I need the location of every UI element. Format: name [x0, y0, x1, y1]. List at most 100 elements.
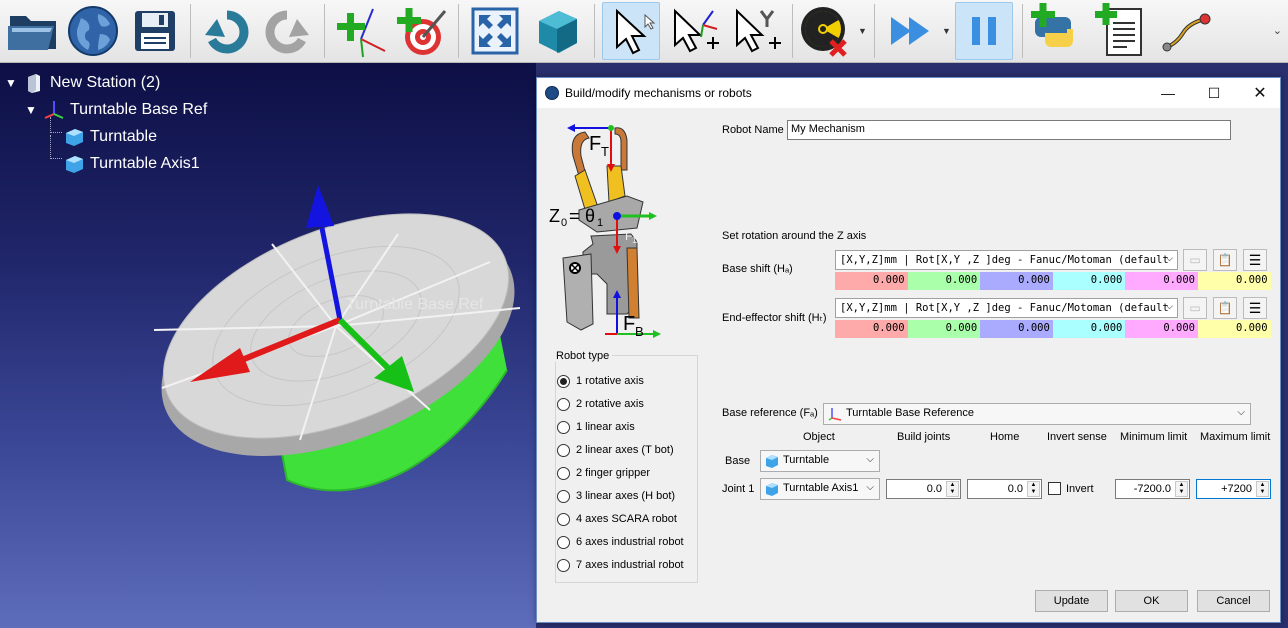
joint-object-select[interactable]: Turntable Axis1 ⌵ — [760, 478, 880, 500]
add-reference-frame-icon[interactable] — [332, 2, 390, 60]
col-object: Object — [803, 431, 835, 443]
expand-toggle-icon[interactable]: ▼ — [4, 76, 18, 90]
minimum-limit-input[interactable]: -7200.0 ▲ ▼ — [1115, 479, 1190, 499]
dialog-titlebar[interactable]: Build/modify mechanisms or robots — ☐ ✕ — [537, 78, 1280, 108]
base-shift-ry[interactable]: 0.000 — [1125, 272, 1198, 290]
paste-pose-icon[interactable]: 📋 — [1213, 249, 1237, 271]
base-shift-z[interactable]: 0.000 — [980, 272, 1053, 290]
robot-type-option[interactable]: 4 axes SCARA robot — [557, 510, 677, 528]
save-icon[interactable] — [126, 2, 184, 60]
base-shift-rx[interactable]: 0.000 — [1052, 272, 1126, 290]
base-shift-format-select[interactable]: [X,Y,Z]mm | Rot[X,Y ,Z ]deg - Fanuc/Moto… — [835, 250, 1178, 270]
move-reference-icon[interactable] — [664, 2, 722, 60]
radio-button[interactable] — [557, 374, 570, 388]
open-folder-icon[interactable] — [4, 2, 62, 60]
robot-type-option[interactable]: 3 linear axes (H bot) — [557, 487, 675, 505]
robot-type-option[interactable]: 1 rotative axis — [557, 372, 644, 390]
spin-arrows-icon[interactable]: ▲ ▼ — [946, 481, 959, 497]
ee-shift-y[interactable]: 0.000 — [907, 320, 981, 338]
minimize-icon[interactable]: — — [1145, 78, 1191, 108]
copy-pose-icon[interactable]: ▭ — [1183, 297, 1207, 319]
invert-checkbox[interactable] — [1048, 482, 1061, 495]
move-object-icon[interactable] — [726, 2, 784, 60]
object-cube-icon — [66, 156, 83, 173]
tree-item-turntable-axis1[interactable]: Turntable Axis1 — [64, 152, 200, 176]
tree-item-base-ref[interactable]: ▼ Turntable Base Ref — [24, 98, 207, 122]
run-fast-icon[interactable] — [882, 2, 940, 60]
add-program-icon[interactable] — [1092, 2, 1150, 60]
spin-arrows-icon[interactable]: ▲ ▼ — [1175, 481, 1188, 497]
spin-arrows-icon[interactable]: ▲ ▼ — [1027, 481, 1040, 497]
app-icon — [545, 86, 559, 100]
ee-shift-values: 0.000 0.000 0.000 0.000 0.000 0.000 — [835, 320, 1271, 338]
select-pointer-icon[interactable] — [602, 2, 660, 60]
cancel-button[interactable]: Cancel — [1197, 590, 1270, 612]
ee-shift-ry[interactable]: 0.000 — [1125, 320, 1198, 338]
maximum-limit-input[interactable]: +7200 ▲ ▼ — [1196, 479, 1271, 499]
spin-arrows-icon[interactable]: ▲ ▼ — [1256, 481, 1269, 497]
reference-frame-icon — [44, 101, 64, 119]
maximize-icon[interactable]: ☐ — [1191, 78, 1237, 108]
robot-type-label: 4 axes SCARA robot — [576, 513, 677, 525]
col-build-joints: Build joints — [897, 431, 951, 443]
robot-type-option[interactable]: 2 linear axes (T bot) — [557, 441, 674, 459]
expand-toggle-icon[interactable]: ▼ — [24, 103, 38, 117]
build-joint-input[interactable]: 0.0 ▲ ▼ — [886, 479, 961, 499]
radio-button[interactable] — [557, 512, 570, 526]
toolbar-overflow-icon[interactable]: ⌄ — [1273, 24, 1282, 37]
radio-button[interactable] — [557, 489, 570, 503]
radio-button[interactable] — [557, 397, 570, 411]
tree-item-label: New Station (2) — [50, 74, 161, 91]
ee-shift-rx[interactable]: 0.000 — [1052, 320, 1126, 338]
radio-button[interactable] — [557, 466, 570, 480]
ee-shift-z[interactable]: 0.000 — [980, 320, 1053, 338]
update-button[interactable]: Update — [1035, 590, 1108, 612]
robot-type-option[interactable]: 1 linear axis — [557, 418, 635, 436]
ee-shift-rz[interactable]: 0.000 — [1197, 320, 1271, 338]
robot-type-option[interactable]: 7 axes industrial robot — [557, 556, 684, 574]
close-icon[interactable]: ✕ — [1237, 78, 1283, 108]
copy-pose-icon[interactable]: ▭ — [1183, 249, 1207, 271]
robot-name-input[interactable]: My Mechanism — [787, 120, 1231, 140]
robot-type-option[interactable]: 6 axes industrial robot — [557, 533, 684, 551]
path-icon[interactable] — [1158, 2, 1216, 60]
undo-icon[interactable] — [198, 2, 256, 60]
base-reference-select[interactable]: Turntable Base Reference ⌵ — [823, 403, 1251, 425]
radio-button[interactable] — [557, 443, 570, 457]
collision-dropdown-icon[interactable]: ▼ — [858, 26, 867, 36]
home-input[interactable]: 0.0 ▲ ▼ — [967, 479, 1042, 499]
ee-shift-format-select[interactable]: [X,Y,Z]mm | Rot[X,Y ,Z ]deg - Fanuc/Moto… — [835, 298, 1178, 318]
collision-check-icon[interactable] — [796, 2, 854, 60]
base-object-select[interactable]: Turntable ⌵ — [760, 450, 880, 472]
robot-type-option[interactable]: 2 rotative axis — [557, 395, 644, 413]
build-joint-value: 0.0 — [926, 483, 942, 495]
robot-type-label: 6 axes industrial robot — [576, 536, 684, 548]
tree-item-label: Turntable Base Ref — [70, 101, 208, 118]
add-target-icon[interactable] — [392, 2, 450, 60]
radio-button[interactable] — [557, 535, 570, 549]
run-dropdown-icon[interactable]: ▼ — [942, 26, 951, 36]
base-shift-y[interactable]: 0.000 — [907, 272, 981, 290]
base-shift-x[interactable]: 0.000 — [835, 272, 908, 290]
base-shift-rz[interactable]: 0.000 — [1197, 272, 1271, 290]
radio-button[interactable] — [557, 558, 570, 572]
tree-item-station[interactable]: ▼ New Station (2) — [4, 71, 160, 95]
3d-cube-icon[interactable] — [528, 2, 586, 60]
3d-viewport[interactable]: Turntable Base Ref ▼ New Station (2) ▼ T… — [0, 63, 536, 628]
pose-menu-icon[interactable]: ☰ — [1243, 249, 1267, 271]
diagram-theta-label: θ — [585, 206, 595, 226]
robot-type-option[interactable]: 2 finger gripper — [557, 464, 650, 482]
ok-button[interactable]: OK — [1115, 590, 1188, 612]
minimum-limit-value: -7200.0 — [1133, 483, 1171, 495]
paste-pose-icon[interactable]: 📋 — [1213, 297, 1237, 319]
radio-button[interactable] — [557, 420, 570, 434]
ee-shift-x[interactable]: 0.000 — [835, 320, 908, 338]
tree-item-turntable[interactable]: Turntable — [64, 125, 157, 149]
add-python-icon[interactable] — [1028, 2, 1086, 60]
globe-icon[interactable] — [64, 2, 122, 60]
redo-icon[interactable] — [258, 2, 316, 60]
pause-icon[interactable] — [955, 2, 1013, 60]
pose-menu-icon[interactable]: ☰ — [1243, 297, 1267, 319]
fit-all-icon[interactable] — [466, 2, 524, 60]
robot-type-label: 2 finger gripper — [576, 467, 650, 479]
